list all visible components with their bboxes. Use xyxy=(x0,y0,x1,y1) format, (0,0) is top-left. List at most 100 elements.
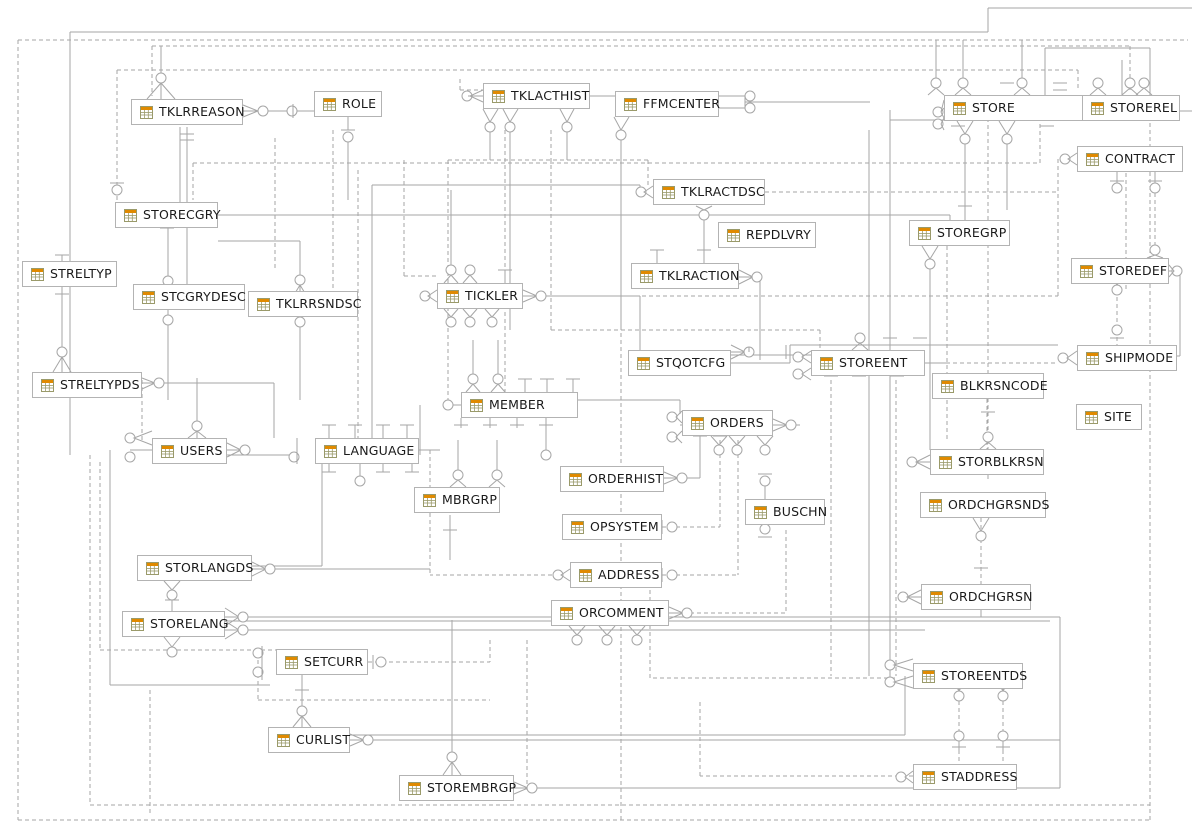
entity-label: TKLRACTDSC xyxy=(681,183,765,199)
table-icon xyxy=(727,228,740,242)
table-icon xyxy=(624,97,637,111)
entity-storegrp[interactable]: STOREGRP xyxy=(909,220,1010,246)
entity-store[interactable]: STORE xyxy=(944,95,1087,121)
entity-streltypds[interactable]: STRELTYPDS xyxy=(32,372,142,398)
entity-label: TICKLER xyxy=(465,287,519,303)
entity-label: STORBLKRSN xyxy=(958,453,1044,469)
entity-label: STOREENTDS xyxy=(941,667,1028,683)
entity-label: FFMCENTER xyxy=(643,95,721,111)
entity-repdlvry[interactable]: REPDLVRY xyxy=(718,222,816,248)
non-identifying-rails xyxy=(17,39,1188,821)
entity-ffmcenter[interactable]: FFMCENTER xyxy=(615,91,721,117)
entity-label: MBRGRP xyxy=(442,491,498,507)
table-icon xyxy=(930,590,943,604)
table-icon xyxy=(662,185,675,199)
table-icon xyxy=(922,669,935,683)
entity-tklacthist[interactable]: TKLACTHIST xyxy=(483,83,590,109)
entity-stqotcfg[interactable]: STQOTCFG xyxy=(628,350,731,376)
table-icon xyxy=(640,269,653,283)
entity-orders[interactable]: ORDERS xyxy=(682,410,773,436)
entity-staddress[interactable]: STADDRESS xyxy=(913,764,1017,790)
entity-label: STORECGRY xyxy=(143,206,221,222)
table-icon xyxy=(423,493,436,507)
entity-users[interactable]: USERS xyxy=(152,438,227,464)
table-icon xyxy=(560,606,573,620)
entity-label: ADDRESS xyxy=(598,566,660,582)
table-icon xyxy=(922,770,935,784)
entity-label: STORLANGDS xyxy=(165,559,254,575)
entity-label: TKLRREASON xyxy=(159,103,245,119)
entity-label: MEMBER xyxy=(489,396,545,412)
entity-storecgry[interactable]: STORECGRY xyxy=(115,202,221,228)
er-diagram-canvas: .s { stroke:#a6a6a6; stroke-width:1; fil… xyxy=(0,0,1192,833)
entity-mbrgrp[interactable]: MBRGRP xyxy=(414,487,500,513)
entity-language[interactable]: LANGUAGE xyxy=(315,438,419,464)
entity-label: STRELTYP xyxy=(50,265,112,281)
table-icon xyxy=(939,455,952,469)
entity-label: STOREMBRGP xyxy=(427,779,517,795)
entity-tklrrsndsc[interactable]: TKLRRSNDSC xyxy=(248,291,362,317)
table-icon xyxy=(470,398,483,412)
entity-storblkrsn[interactable]: STORBLKRSN xyxy=(930,449,1044,475)
entity-storlangds[interactable]: STORLANGDS xyxy=(137,555,254,581)
entity-label: TKLRACTION xyxy=(659,267,740,283)
entity-label: SETCURR xyxy=(304,653,364,669)
entity-setcurr[interactable]: SETCURR xyxy=(276,649,368,675)
entity-role[interactable]: ROLE xyxy=(314,91,382,117)
entity-storeent[interactable]: STOREENT xyxy=(811,350,925,376)
table-icon xyxy=(142,290,155,304)
entity-storedef[interactable]: STOREDEF xyxy=(1071,258,1169,284)
entity-label: ORDERHIST xyxy=(588,470,664,486)
table-icon xyxy=(492,89,505,103)
entity-storerel[interactable]: STOREREL xyxy=(1082,95,1180,121)
table-icon xyxy=(571,520,584,534)
entity-member[interactable]: MEMBER xyxy=(461,392,578,418)
table-icon xyxy=(124,208,137,222)
entity-streltyp[interactable]: STRELTYP xyxy=(22,261,117,287)
table-icon xyxy=(31,267,44,281)
entity-label: ROLE xyxy=(342,95,377,111)
table-icon xyxy=(569,472,582,486)
entity-label: USERS xyxy=(180,442,223,458)
table-icon xyxy=(1080,264,1093,278)
table-icon xyxy=(277,733,290,747)
entity-opsystem[interactable]: OPSYSTEM xyxy=(562,514,662,540)
entity-stcgrydesc[interactable]: STCGRYDESC xyxy=(133,284,246,310)
entity-label: STORELANG xyxy=(150,615,229,631)
entity-label: BUSCHN xyxy=(773,503,828,519)
table-icon xyxy=(929,498,942,512)
entity-label: STADDRESS xyxy=(941,768,1018,784)
table-icon xyxy=(1086,152,1099,166)
table-icon xyxy=(446,289,459,303)
entity-contract[interactable]: CONTRACT xyxy=(1077,146,1183,172)
entity-buschn[interactable]: BUSCHN xyxy=(745,499,828,525)
entity-label: ORDERS xyxy=(710,414,764,430)
entity-label: ORCOMMENT xyxy=(579,604,664,620)
entity-label: BLKRSNCODE xyxy=(960,377,1048,393)
entity-storembrgp[interactable]: STOREMBRGP xyxy=(399,775,517,801)
entity-orcomment[interactable]: ORCOMMENT xyxy=(551,600,669,626)
entity-address[interactable]: ADDRESS xyxy=(570,562,662,588)
entity-tklractdsc[interactable]: TKLRACTDSC xyxy=(653,179,765,205)
entity-ordchgrsn[interactable]: ORDCHGRSN xyxy=(921,584,1033,610)
table-icon xyxy=(257,297,270,311)
entity-label: SITE xyxy=(1104,408,1132,424)
entity-tklrreason[interactable]: TKLRREASON xyxy=(131,99,245,125)
entity-tklraction[interactable]: TKLRACTION xyxy=(631,263,739,289)
entity-site[interactable]: SITE xyxy=(1076,404,1142,430)
entity-blkrsncode[interactable]: BLKRSNCODE xyxy=(932,373,1048,399)
table-icon xyxy=(1086,351,1099,365)
table-icon xyxy=(323,97,336,111)
entity-tickler[interactable]: TICKLER xyxy=(437,283,523,309)
entity-storelang[interactable]: STORELANG xyxy=(122,611,228,637)
entity-orderhist[interactable]: ORDERHIST xyxy=(560,466,664,492)
entity-shipmode[interactable]: SHIPMODE xyxy=(1077,345,1177,371)
table-icon xyxy=(140,105,153,119)
entity-label: STOREENT xyxy=(839,354,908,370)
entity-label: REPDLVRY xyxy=(746,226,812,242)
table-icon xyxy=(1091,101,1104,115)
entity-storeentds[interactable]: STOREENTDS xyxy=(913,663,1027,689)
entity-ordchgrsnds[interactable]: ORDCHGRSNDS xyxy=(920,492,1050,518)
entity-curlist[interactable]: CURLIST xyxy=(268,727,350,753)
entity-label: OPSYSTEM xyxy=(590,518,659,534)
